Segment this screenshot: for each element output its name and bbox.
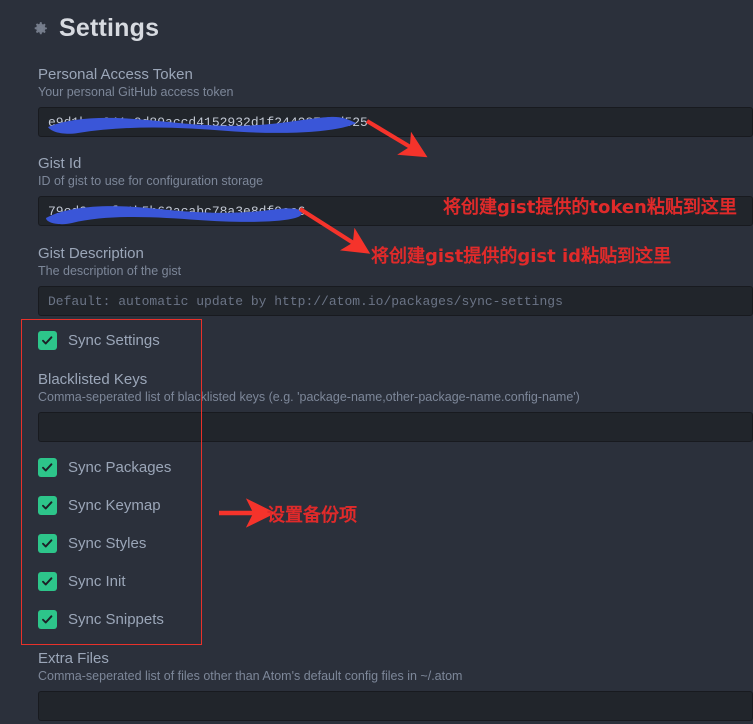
checkbox-label: Sync Keymap [68,497,161,514]
field-description: ID of gist to use for configuration stor… [38,174,264,188]
field-description: Comma-seperated list of files other than… [38,669,463,683]
checkbox-sync-settings[interactable] [38,331,57,350]
field-description: Your personal GitHub access token [38,85,234,99]
checkbox-row-sync-init[interactable]: Sync Init [38,572,126,591]
checkbox-label: Sync Snippets [68,611,164,628]
page-header: Settings [32,16,159,41]
field-title: Personal Access Token [38,66,193,83]
checkbox-sync-packages[interactable] [38,458,57,477]
page-title: Settings [59,14,160,42]
blacklisted-keys-input[interactable] [38,412,753,442]
personal-access-token-input-wrap [38,107,753,137]
checkbox-label: Sync Init [68,573,126,590]
field-title: Extra Files [38,650,109,667]
checkbox-label: Sync Packages [68,459,172,476]
gear-icon [32,20,49,37]
field-description: Comma-seperated list of blacklisted keys… [38,390,580,404]
settings-page: Settings Personal Access Token Your pers… [0,0,753,724]
field-title: Gist Id [38,155,82,172]
extra-files-input[interactable] [38,691,753,721]
annotation-highlight-box [21,319,202,645]
annotation-gist-id-note: 将创建gist提供的gist id粘贴到这里 [371,246,672,267]
field-personal-access-token: Personal Access Token Your personal GitH… [38,66,753,137]
checkbox-row-sync-keymap[interactable]: Sync Keymap [38,496,161,515]
checkbox-row-sync-styles[interactable]: Sync Styles [38,534,146,553]
checkbox-row-sync-packages[interactable]: Sync Packages [38,458,171,477]
gist-description-input[interactable] [38,286,753,316]
checkbox-row-sync-snippets[interactable]: Sync Snippets [38,610,164,629]
personal-access-token-input[interactable] [38,107,753,137]
checkbox-sync-init[interactable] [38,572,57,591]
checkbox-sync-styles[interactable] [38,534,57,553]
checkbox-sync-snippets[interactable] [38,610,57,629]
checkbox-sync-keymap[interactable] [38,496,57,515]
annotation-backup-items-note: 设置备份项 [267,505,357,526]
field-extra-files: Extra Files Comma-seperated list of file… [38,650,753,721]
field-title: Blacklisted Keys [38,371,148,388]
checkbox-row-sync-settings[interactable]: Sync Settings [38,331,160,350]
field-blacklisted-keys: Blacklisted Keys Comma-seperated list of… [38,371,753,442]
checkbox-label: Sync Settings [68,332,160,349]
annotation-token-note: 将创建gist提供的token粘贴到这里 [443,197,737,218]
checkbox-label: Sync Styles [68,535,147,552]
